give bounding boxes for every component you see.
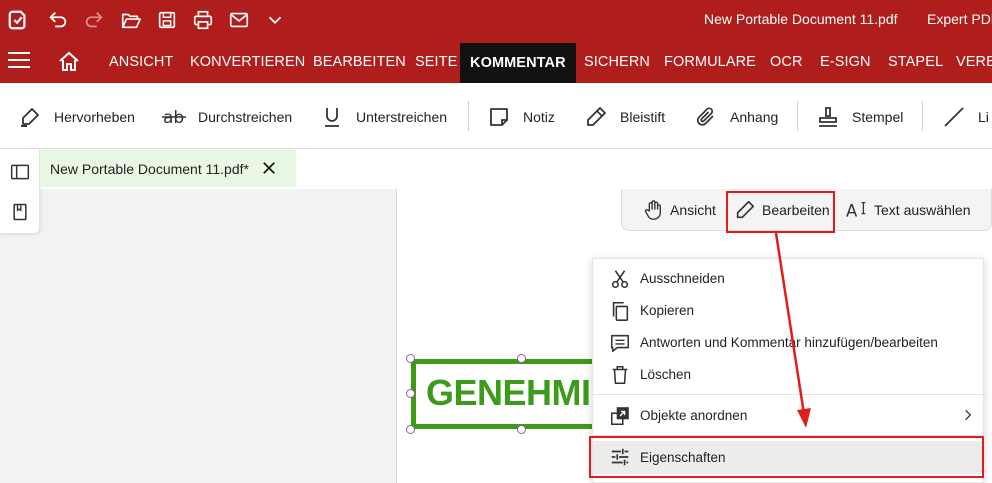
redo-icon[interactable] <box>80 6 108 34</box>
menu-tab-sichern[interactable]: SICHERN <box>584 54 650 70</box>
ribbon-divider <box>468 101 469 131</box>
home-icon[interactable] <box>57 50 81 74</box>
note-tool-label: Notiz <box>523 109 555 125</box>
print-icon[interactable] <box>189 6 217 34</box>
context-menu-copy[interactable]: Kopieren <box>593 295 985 327</box>
note-icon <box>490 108 508 126</box>
svg-text:ab: ab <box>163 108 184 128</box>
select-text-mode-label: Text auswählen <box>874 202 971 218</box>
stamp-icon <box>819 107 837 127</box>
hand-icon <box>644 200 662 220</box>
document-tab-label: New Portable Document 11.pdf* <box>50 160 249 177</box>
context-menu-divider <box>593 394 985 395</box>
highlight-tool-label: Hervorheben <box>54 109 135 125</box>
menu-bar: ANSICHT KONVERTIEREN BEARBEITEN SEITE KO… <box>0 40 992 83</box>
context-menu-cut-label: Ausschneiden <box>640 271 725 286</box>
menu-tab-e-sign[interactable]: E-SIGN <box>820 54 871 70</box>
pencil-tool-button[interactable]: Bleistift <box>584 105 665 129</box>
menu-tab-formulare[interactable]: FORMULARE <box>664 54 756 70</box>
pencil-tool-label: Bleistift <box>620 109 666 125</box>
resize-handle[interactable] <box>517 425 526 434</box>
line-icon <box>944 107 964 127</box>
menu-tab-kommentar[interactable]: KOMMENTAR <box>460 43 576 83</box>
text-cursor-icon: A <box>846 201 866 220</box>
trash-icon <box>612 365 628 385</box>
context-menu-delete[interactable]: Löschen <box>593 359 985 391</box>
menu-tab-verb[interactable]: VERB <box>956 54 992 70</box>
scissors-icon <box>611 270 629 289</box>
stamp-tool-button[interactable]: Stempel <box>816 105 903 129</box>
annotation-highlight-properties <box>589 436 984 478</box>
strikethrough-tool-label: Durchstreichen <box>198 109 293 125</box>
sidebar-toggle-icon[interactable] <box>10 162 30 182</box>
context-menu-arrange-objects-label: Objekte anordnen <box>640 408 748 423</box>
copy-icon <box>612 301 629 321</box>
context-menu-cut[interactable]: Ausschneiden <box>593 263 985 295</box>
menu-tab-ocr[interactable]: OCR <box>770 54 803 70</box>
comment-ribbon: Hervorheben ab Durchstreichen Unterstrei… <box>0 83 992 149</box>
menu-tab-stapel[interactable]: STAPEL <box>888 54 943 70</box>
highlighter-icon <box>21 108 39 127</box>
comment-icon <box>610 334 630 353</box>
ribbon-divider <box>797 101 798 131</box>
menu-tab-konvertieren[interactable]: KONVERTIEREN <box>190 54 305 70</box>
paperclip-icon <box>696 107 714 126</box>
save-icon[interactable] <box>153 6 181 34</box>
select-text-mode-button[interactable]: A Text auswählen <box>846 199 971 221</box>
underline-tool-label: Unterstreichen <box>356 109 448 125</box>
strikethrough-tool-button[interactable]: ab Durchstreichen <box>162 105 292 129</box>
underline-icon <box>325 108 339 127</box>
resize-handle[interactable] <box>406 354 415 363</box>
app-logo-icon[interactable] <box>4 6 32 34</box>
resize-handle[interactable] <box>406 389 415 398</box>
stamp-text: GENEHMIG <box>426 372 611 413</box>
stamp-tool-label: Stempel <box>852 109 904 125</box>
view-mode-button[interactable]: Ansicht <box>642 199 716 221</box>
line-tool-button[interactable]: Li <box>942 105 989 129</box>
menu-tab-bearbeiten[interactable]: BEARBEITEN <box>313 54 406 70</box>
undo-icon[interactable] <box>44 6 72 34</box>
view-mode-label: Ansicht <box>670 202 716 218</box>
annotation-highlight-edit-button <box>726 191 835 233</box>
strikethrough-icon: ab <box>162 108 186 128</box>
close-icon[interactable] <box>260 159 278 177</box>
bookmark-icon[interactable] <box>10 202 30 222</box>
attachment-tool-button[interactable]: Anhang <box>694 105 778 129</box>
attachment-tool-label: Anhang <box>730 109 779 125</box>
underline-tool-button[interactable]: Unterstreichen <box>320 105 447 129</box>
window-app-name: Expert PDF <box>927 11 992 27</box>
context-menu-arrange-objects[interactable]: Objekte anordnen <box>593 400 985 432</box>
resize-handle[interactable] <box>517 354 526 363</box>
svg-text:A: A <box>846 201 858 220</box>
hamburger-menu-icon[interactable] <box>8 52 30 70</box>
menu-tab-seite[interactable]: SEITE <box>415 54 457 70</box>
context-menu-delete-label: Löschen <box>640 367 692 382</box>
ribbon-divider <box>922 101 923 131</box>
context-menu-copy-label: Kopieren <box>640 303 695 318</box>
note-tool-button[interactable]: Notiz <box>487 105 555 129</box>
context-menu-reply-comment[interactable]: Antworten und Kommentar hinzufügen/bearb… <box>593 327 985 359</box>
highlight-tool-button[interactable]: Hervorheben <box>18 105 135 129</box>
chevron-down-icon[interactable] <box>261 6 289 34</box>
approved-stamp-annotation[interactable]: GENEHMIG <box>411 359 611 429</box>
window-document-title: New Portable Document 11.pdf <box>704 11 898 27</box>
resize-handle[interactable] <box>406 425 415 434</box>
context-menu-reply-comment-label: Antworten und Kommentar hinzufügen/bearb… <box>640 335 938 350</box>
menu-tab-ansicht[interactable]: ANSICHT <box>109 54 173 70</box>
open-folder-icon[interactable] <box>117 6 145 34</box>
pencil-icon <box>587 107 606 126</box>
mail-icon[interactable] <box>225 6 253 34</box>
chevron-right-icon <box>965 409 972 421</box>
document-tab[interactable]: New Portable Document 11.pdf* <box>40 150 296 187</box>
arrange-icon <box>610 407 629 426</box>
left-side-panel <box>0 150 40 234</box>
title-bar: New Portable Document 11.pdf Expert PDF <box>0 0 992 40</box>
line-tool-label: Li <box>978 109 989 125</box>
